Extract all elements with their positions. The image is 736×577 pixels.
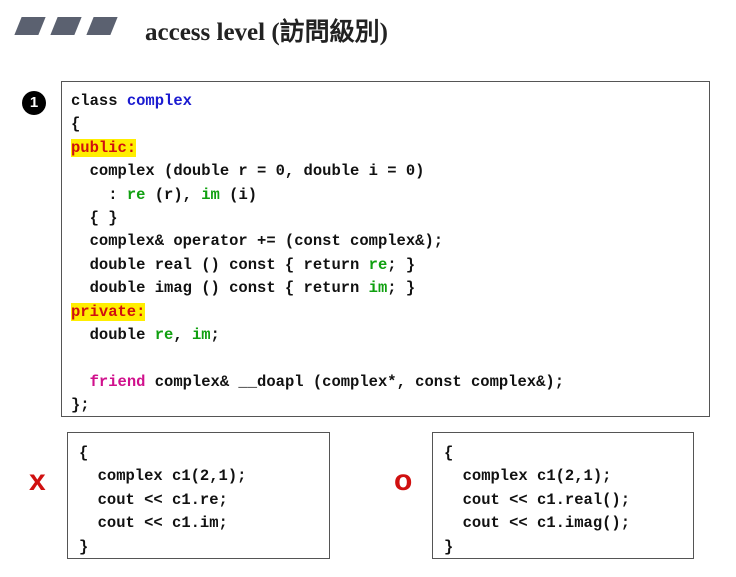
code-token: complex (double r = 0, double i = 0) bbox=[71, 162, 425, 181]
code-line: } bbox=[79, 537, 89, 556]
title-decoration bbox=[14, 17, 118, 35]
code-line: double re, im; bbox=[71, 324, 564, 347]
code-line: private: bbox=[71, 301, 564, 324]
code-line: complex c1(2,1); bbox=[444, 467, 612, 486]
code-token: { bbox=[71, 115, 81, 134]
code-token: re bbox=[154, 325, 174, 344]
code-token: (r), bbox=[145, 185, 202, 204]
code-token: complex bbox=[126, 92, 192, 110]
code-line: complex c1(2,1); bbox=[79, 467, 247, 486]
code-line: double imag () const { return im; } bbox=[71, 277, 564, 300]
code-line: cout << c1.re; bbox=[79, 490, 228, 509]
code-token: class bbox=[71, 92, 127, 110]
code-token: double real () const { return bbox=[71, 255, 369, 274]
code-line: cout << c1.im; bbox=[79, 514, 228, 533]
code-token: : bbox=[71, 185, 127, 204]
step-number-badge: 1 bbox=[22, 91, 46, 115]
code-token: , bbox=[173, 325, 192, 344]
code-line: { bbox=[444, 444, 454, 462]
correct-usage-code-box: { complex c1(2,1); cout << c1.real(); co… bbox=[432, 432, 694, 559]
code-token: friend bbox=[89, 372, 146, 391]
slide-title: access level (訪問級別) bbox=[145, 19, 388, 46]
code-line: public: bbox=[71, 137, 564, 160]
code-line: cout << c1.real(); bbox=[444, 490, 631, 509]
code-line: { } bbox=[71, 207, 564, 230]
code-token: ; bbox=[210, 325, 220, 344]
access-specifier: private: bbox=[71, 302, 146, 321]
code-token: complex& operator += (const complex&); bbox=[71, 232, 444, 251]
code-token: double bbox=[71, 325, 155, 344]
code-token: im bbox=[368, 279, 388, 298]
code-line: complex& operator += (const complex&); bbox=[71, 230, 564, 253]
code-token: ; } bbox=[387, 255, 416, 274]
code-line: cout << c1.imag(); bbox=[444, 514, 631, 533]
code-token: im bbox=[191, 325, 211, 344]
code-line: class complex bbox=[71, 90, 564, 113]
correct-mark: o bbox=[394, 464, 413, 497]
code-line: { bbox=[71, 113, 564, 136]
incorrect-mark: x bbox=[29, 464, 46, 497]
incorrect-usage-code-box: { complex c1(2,1); cout << c1.re; cout <… bbox=[67, 432, 330, 559]
code-token: double imag () const { return bbox=[71, 279, 369, 298]
code-token: re bbox=[368, 255, 388, 274]
class-definition-code-box: class complex { public: complex (double r … bbox=[61, 81, 710, 417]
code-token: ; } bbox=[387, 279, 416, 298]
code-token: (i) bbox=[219, 185, 258, 204]
code-token: re bbox=[126, 185, 146, 204]
class-definition-code: class complex { public: complex (double r … bbox=[71, 90, 564, 417]
code-token: complex& __doapl (complex*, const comple… bbox=[145, 372, 564, 391]
code-line: complex (double r = 0, double i = 0) bbox=[71, 160, 564, 183]
code-line: double real () const { return re; } bbox=[71, 254, 564, 277]
code-line: { bbox=[79, 444, 89, 462]
correct-usage-code: { complex c1(2,1); cout << c1.real(); co… bbox=[444, 442, 630, 559]
code-token: { } bbox=[71, 208, 118, 227]
code-token: }; bbox=[71, 396, 90, 415]
code-line: } bbox=[444, 537, 454, 556]
code-token: im bbox=[201, 185, 220, 204]
code-line: : re (r), im (i) bbox=[71, 184, 564, 207]
code-line: }; bbox=[71, 394, 564, 417]
incorrect-usage-code: { complex c1(2,1); cout << c1.re; cout <… bbox=[79, 442, 246, 559]
code-line: friend complex& __doapl (complex*, const… bbox=[71, 371, 564, 394]
access-specifier: public: bbox=[71, 138, 137, 157]
